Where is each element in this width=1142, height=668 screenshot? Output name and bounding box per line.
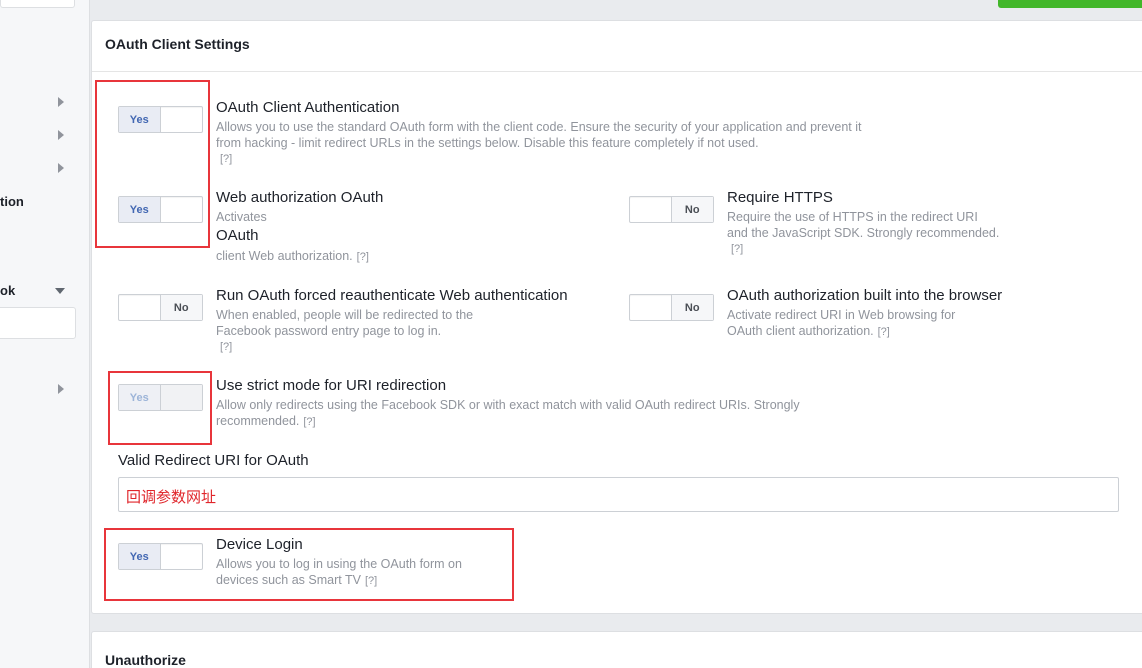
- strict-mode-desc: Allow only redirects using the Facebook …: [216, 398, 800, 428]
- sidebar-item-label[interactable]: ok: [0, 283, 15, 298]
- require-https-title: Require HTTPS: [727, 189, 833, 206]
- sidebar-item-label[interactable]: tion: [0, 194, 24, 209]
- chevron-down-icon[interactable]: [55, 288, 65, 294]
- sidebar-expand-arrow-icon[interactable]: [58, 163, 64, 173]
- sidebar-expand-arrow-icon[interactable]: [58, 97, 64, 107]
- top-bar: [91, 0, 1142, 20]
- section-title: Unauthorize: [105, 652, 186, 668]
- toggle-state-label: No: [160, 295, 202, 320]
- sidebar-input[interactable]: [0, 307, 76, 339]
- web-auth-desc: Activates: [216, 210, 267, 224]
- annotation-box: [104, 528, 514, 601]
- client-auth-desc: Allows you to use the standard OAuth for…: [216, 120, 862, 165]
- annotation-box: [108, 371, 212, 445]
- web-auth-title: Web authorization OAuth: [216, 189, 384, 206]
- help-icon[interactable]: [?]: [878, 326, 890, 338]
- card-header: OAuth Client Settings: [92, 21, 1142, 72]
- force-reauth-title: Run OAuth forced reauthenticate Web auth…: [216, 287, 568, 304]
- save-changes-button[interactable]: [998, 0, 1142, 8]
- browser-oauth-title: OAuth authorization built into the brows…: [727, 287, 1003, 304]
- redirect-uri-input[interactable]: 回调参数网址: [118, 477, 1119, 512]
- sidebar-expand-arrow-icon[interactable]: [58, 384, 64, 394]
- browser-oauth-desc: Activate redirect URI in Web browsing fo…: [727, 308, 956, 338]
- help-icon[interactable]: [?]: [220, 153, 232, 165]
- help-icon[interactable]: [?]: [357, 251, 369, 263]
- web-auth-desc-2: client Web authorization. [?]: [216, 249, 369, 263]
- left-sidebar: tion ok: [0, 0, 90, 668]
- section-title: OAuth Client Settings: [105, 36, 250, 52]
- unauthorize-card: Unauthorize: [91, 631, 1142, 668]
- force-reauth-toggle[interactable]: No: [118, 294, 203, 321]
- toggle-state-label: No: [671, 295, 713, 320]
- web-auth-title-2: OAuth: [216, 227, 259, 244]
- redirect-uri-label: Valid Redirect URI for OAuth: [118, 452, 309, 469]
- help-icon[interactable]: [?]: [303, 416, 315, 428]
- client-auth-title: OAuth Client Authentication: [216, 99, 400, 116]
- toggle-state-label: No: [671, 197, 713, 222]
- help-icon[interactable]: [?]: [220, 341, 232, 353]
- sidebar-top-box[interactable]: [0, 0, 75, 8]
- require-https-desc: Require the use of HTTPS in the redirect…: [727, 210, 1000, 255]
- require-https-toggle[interactable]: No: [629, 196, 714, 223]
- sidebar-expand-arrow-icon[interactable]: [58, 130, 64, 140]
- strict-mode-title: Use strict mode for URI redirection: [216, 377, 447, 394]
- help-icon[interactable]: [?]: [731, 243, 743, 255]
- browser-oauth-toggle[interactable]: No: [629, 294, 714, 321]
- force-reauth-desc: When enabled, people will be redirected …: [216, 308, 474, 353]
- annotation-box: [95, 80, 210, 248]
